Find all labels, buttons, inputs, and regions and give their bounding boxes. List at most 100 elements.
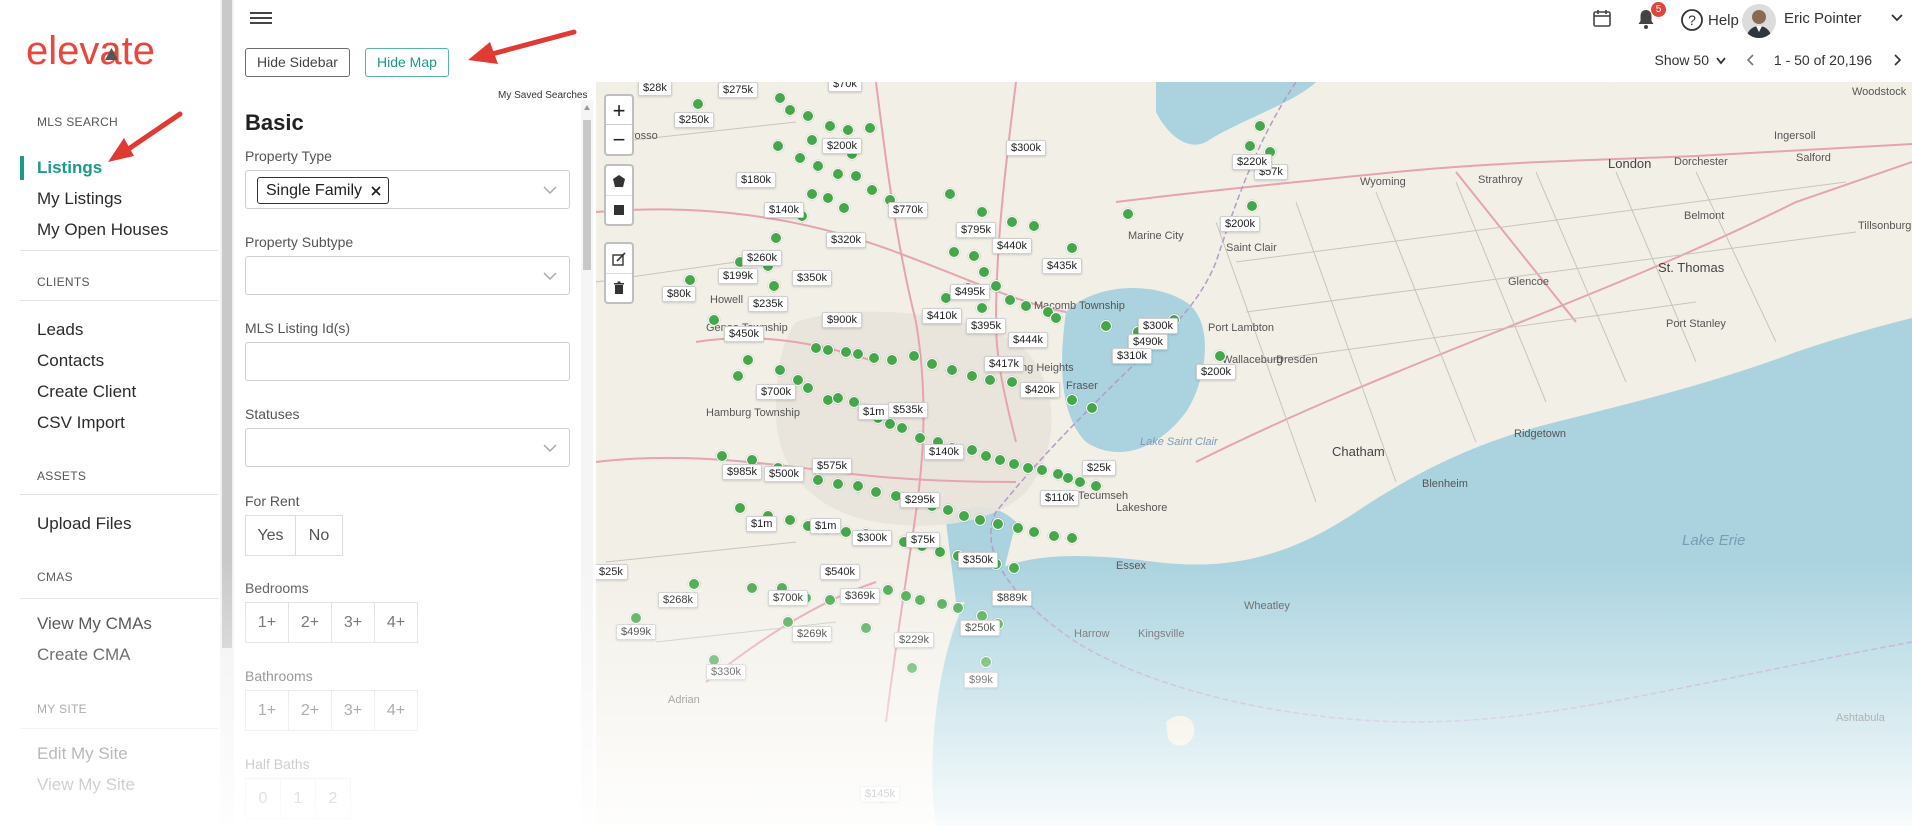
listing-pin[interactable] (822, 344, 834, 356)
listing-price-label[interactable]: $269k (792, 626, 832, 642)
listing-price-label[interactable]: $295k (900, 492, 940, 508)
listing-price-label[interactable]: $535k (888, 402, 928, 418)
listing-pin[interactable] (770, 232, 782, 244)
sidebar-item-listings[interactable]: Listings (37, 158, 102, 178)
listing-price-label[interactable]: $770k (888, 202, 928, 218)
sidebar-item-upload-files[interactable]: Upload Files (37, 514, 132, 534)
sidebar-item-csv-import[interactable]: CSV Import (37, 413, 125, 433)
bathrooms-2-plus[interactable]: 2+ (288, 690, 332, 731)
listing-pin[interactable] (1012, 522, 1024, 534)
scrollbar-thumb[interactable] (583, 120, 591, 270)
listing-price-label[interactable]: $575k (812, 458, 852, 474)
listing-price-label[interactable]: $25k (596, 564, 628, 580)
listing-pin[interactable] (1008, 562, 1020, 574)
listing-pin[interactable] (832, 168, 844, 180)
listing-pin[interactable] (774, 92, 786, 104)
listing-pin[interactable] (886, 354, 898, 366)
listing-price-label[interactable]: $500k (764, 466, 804, 482)
listing-price-label[interactable]: $199k (718, 268, 758, 284)
sidebar-item-create-client[interactable]: Create Client (37, 382, 136, 402)
listing-pin[interactable] (980, 656, 992, 668)
listing-pin[interactable] (1246, 200, 1258, 212)
listing-price-label[interactable]: $140k (764, 202, 804, 218)
listing-pin[interactable] (992, 518, 1004, 530)
listing-pin[interactable] (734, 502, 746, 514)
half-baths-2[interactable]: 2 (315, 778, 351, 819)
sidebar-item-edit-my-site[interactable]: Edit My Site (37, 744, 128, 764)
listing-price-label[interactable]: $300k (852, 530, 892, 546)
sidebar-item-contacts[interactable]: Contacts (37, 351, 104, 371)
listing-pin[interactable] (822, 192, 834, 204)
bathrooms-1-plus[interactable]: 1+ (245, 690, 289, 731)
listing-price-label[interactable]: $200k (1220, 216, 1260, 232)
listing-price-label[interactable]: $889k (992, 590, 1032, 606)
listing-pin[interactable] (870, 486, 882, 498)
listing-pin[interactable] (832, 392, 844, 404)
listing-pin[interactable] (868, 352, 880, 364)
listing-pin[interactable] (936, 598, 948, 610)
listing-price-label[interactable]: $499k (616, 624, 656, 640)
listing-price-label[interactable]: $985k (722, 464, 762, 480)
listing-pin[interactable] (1066, 242, 1078, 254)
listing-pin[interactable] (946, 364, 958, 376)
listing-pin[interactable] (974, 514, 986, 526)
listing-pin[interactable] (914, 594, 926, 606)
listing-price-label[interactable]: $180k (736, 172, 776, 188)
listing-price-label[interactable]: $310k (1112, 348, 1152, 364)
bedrooms-2-plus[interactable]: 2+ (288, 602, 332, 643)
user-name[interactable]: Eric Pointer (1784, 10, 1862, 27)
listing-pin[interactable] (958, 510, 970, 522)
elevate-logo[interactable]: elevate (26, 26, 190, 78)
edit-shape-icon[interactable] (606, 244, 632, 273)
listing-pin[interactable] (1066, 532, 1078, 544)
listing-price-label[interactable]: $140k (924, 444, 964, 460)
listing-price-label[interactable]: $420k (1020, 382, 1060, 398)
listing-price-label[interactable]: $200k (1196, 364, 1236, 380)
listing-price-label[interactable]: $145k (860, 786, 900, 802)
listing-pin[interactable] (840, 526, 852, 538)
listing-pin[interactable] (1122, 208, 1134, 220)
half-baths-0[interactable]: 0 (245, 778, 281, 819)
listing-pin[interactable] (906, 662, 918, 674)
listing-price-label[interactable]: $495k (950, 284, 990, 300)
listing-pin[interactable] (1048, 530, 1060, 542)
user-avatar[interactable] (1742, 4, 1776, 38)
listing-pin[interactable] (1036, 464, 1048, 476)
listing-pin[interactable] (1006, 216, 1018, 228)
listing-pin[interactable] (852, 348, 864, 360)
listing-price-label[interactable]: $300k (1138, 318, 1178, 334)
listing-price-label[interactable]: $410k (922, 308, 962, 324)
bedrooms-4-plus[interactable]: 4+ (374, 602, 418, 643)
listing-pin[interactable] (688, 578, 700, 590)
listing-pin[interactable] (948, 246, 960, 258)
listing-pin[interactable] (802, 382, 814, 394)
calendar-icon[interactable] (1592, 8, 1612, 33)
listing-price-label[interactable]: $300k (1006, 140, 1046, 156)
listing-price-label[interactable]: $1m (810, 518, 842, 534)
listing-pin[interactable] (882, 584, 894, 596)
listing-price-label[interactable]: $25k (1082, 460, 1116, 476)
half-baths-1[interactable]: 1 (280, 778, 316, 819)
listing-pin[interactable] (978, 266, 990, 278)
listing-pin[interactable] (1214, 350, 1226, 362)
listing-price-label[interactable]: $110k (1040, 490, 1080, 506)
sidebar-item-view-my-site[interactable]: View My Site (37, 775, 135, 795)
listing-pin[interactable] (926, 358, 938, 370)
listing-price-label[interactable]: $275k (718, 82, 758, 98)
property-type-chip[interactable]: Single Family (257, 177, 390, 204)
listing-pin[interactable] (990, 280, 1002, 292)
listing-pin[interactable] (908, 350, 920, 362)
listing-pin[interactable] (806, 134, 818, 146)
trash-icon[interactable] (606, 273, 632, 302)
draw-polygon-icon[interactable] (606, 166, 632, 195)
listing-price-label[interactable]: $795k (956, 222, 996, 238)
listing-price-label[interactable]: $250k (674, 112, 714, 128)
listing-pin[interactable] (980, 450, 992, 462)
listing-price-label[interactable]: $229k (894, 632, 934, 648)
close-icon[interactable] (370, 185, 382, 197)
bedrooms-3-plus[interactable]: 3+ (331, 602, 375, 643)
listing-price-label[interactable]: $900k (822, 312, 862, 328)
listing-price-label[interactable]: $417k (984, 356, 1024, 372)
listings-map[interactable]: Owosso Howell Genoa Township Hamburg Townsh… (596, 82, 1912, 826)
listing-pin[interactable] (976, 302, 988, 314)
